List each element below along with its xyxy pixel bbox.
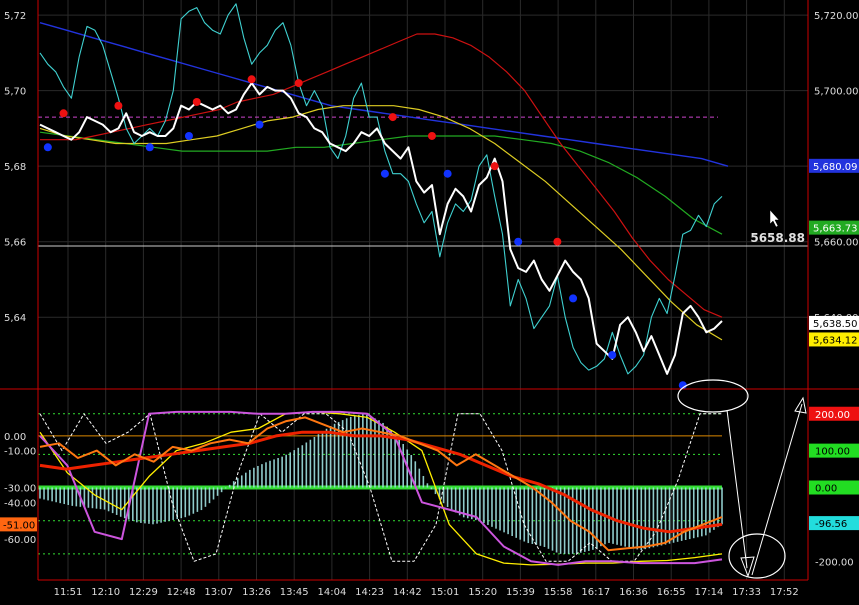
x-tick-label: 15:58 <box>544 587 573 598</box>
x-tick-label: 16:55 <box>657 587 686 598</box>
price-badge-label: 5,638.50 <box>813 319 858 330</box>
y-tick-label-left: 5,64 <box>4 313 26 324</box>
osc-y-tick-left: -40.00 <box>4 498 36 509</box>
swing-high-marker <box>427 131 436 140</box>
osc-left-badge-label: -51.00 <box>3 520 35 531</box>
osc-y-tick-left: 0.00 <box>4 432 26 443</box>
x-tick-label: 14:23 <box>355 587 384 598</box>
swing-low-marker <box>443 169 452 178</box>
swing-low-marker <box>145 143 154 152</box>
y-tick-label-left: 5,72 <box>4 11 26 22</box>
x-tick-label: 11:51 <box>54 587 83 598</box>
swing-high-marker <box>59 109 68 118</box>
x-tick-label: 17:52 <box>770 587 799 598</box>
swing-high-marker <box>553 237 562 246</box>
x-tick-label: 12:48 <box>167 587 196 598</box>
osc-right-badge-label: -96.56 <box>815 519 847 530</box>
osc-right-badge-label: 200.00 <box>815 410 850 421</box>
x-tick-label: 13:07 <box>204 587 233 598</box>
price-badge-label: 5,680.09 <box>813 162 858 173</box>
y-tick-label-right: 5,660.00 <box>814 238 859 249</box>
swing-high-marker <box>192 97 201 106</box>
swing-high-marker <box>388 113 397 122</box>
x-tick-label: 15:01 <box>431 587 460 598</box>
swing-low-marker <box>255 120 264 129</box>
y-tick-label-right: 5,700.00 <box>814 87 859 98</box>
swing-low-marker <box>380 169 389 178</box>
osc-right-badge-label: 0.00 <box>815 484 837 495</box>
swing-low-marker <box>514 237 523 246</box>
swing-high-marker <box>490 162 499 171</box>
x-tick-label: 12:10 <box>91 587 120 598</box>
swing-high-marker <box>294 79 303 88</box>
x-tick-label: 17:33 <box>732 587 761 598</box>
osc-y-tick-right: -200.00 <box>815 557 854 568</box>
x-tick-label: 16:36 <box>619 587 648 598</box>
x-tick-label: 15:20 <box>468 587 497 598</box>
osc-right-badge-label: 100.00 <box>815 447 850 458</box>
x-tick-label: 14:04 <box>317 587 346 598</box>
osc-y-tick-left: -60.00 <box>4 535 36 546</box>
trading-chart[interactable]: 11:51 12:10 12:29 12:48 13:07 13:26 13:45 14:04… <box>0 0 859 600</box>
chart-canvas[interactable]: 11:51 12:10 12:29 12:48 13:07 13:26 13:45 14:04… <box>0 0 859 600</box>
x-tick-label: 13:45 <box>280 587 309 598</box>
x-tick-label: 13:26 <box>242 587 271 598</box>
y-tick-label-left: 5,68 <box>4 162 26 173</box>
y-tick-label-left: 5,70 <box>4 87 26 98</box>
price-badge-label: 5,634.12 <box>813 335 858 346</box>
x-tick-label: 16:17 <box>581 587 610 598</box>
swing-low-marker <box>569 294 578 303</box>
osc-y-tick-left: -10.00 <box>4 447 36 458</box>
swing-low-marker <box>608 351 617 360</box>
osc-y-tick-left: -30.00 <box>4 484 36 495</box>
swing-low-marker <box>43 143 52 152</box>
swing-low-marker <box>184 131 193 140</box>
y-tick-label-right: 5,720.00 <box>814 11 859 22</box>
x-tick-label: 15:39 <box>506 587 535 598</box>
price-badge-label: 5,663.73 <box>813 224 858 235</box>
swing-high-marker <box>114 101 123 110</box>
crosshair-value-label: 5658.88 <box>750 231 805 245</box>
y-tick-label-left: 5,66 <box>4 238 26 249</box>
x-tick-label: 17:14 <box>694 587 723 598</box>
x-tick-label: 12:29 <box>129 587 158 598</box>
x-tick-label: 14:42 <box>393 587 422 598</box>
swing-high-marker <box>247 75 256 84</box>
